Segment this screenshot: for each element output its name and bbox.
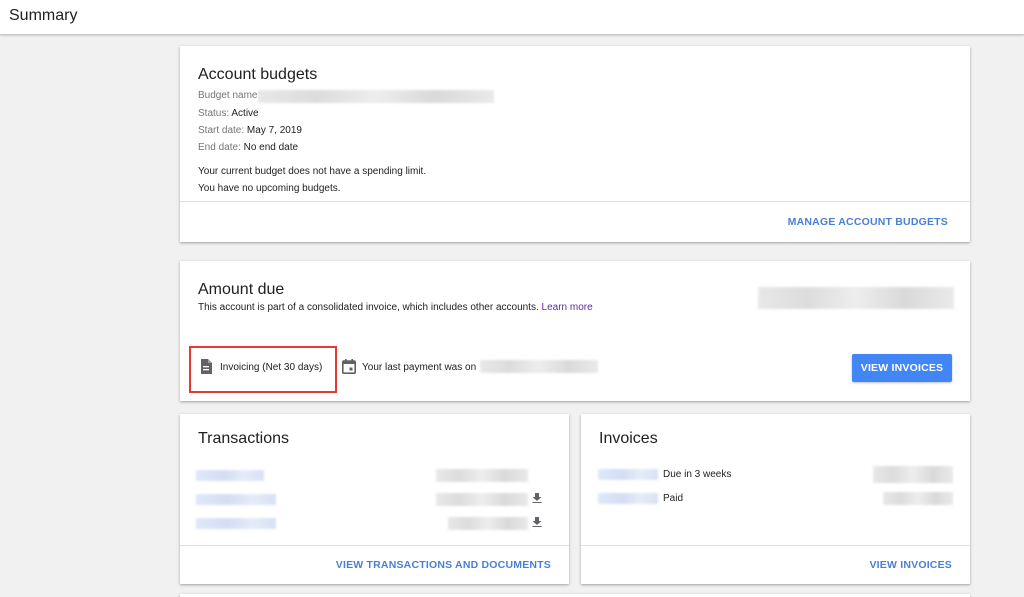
- download-icon[interactable]: [532, 517, 542, 527]
- divider: [180, 545, 569, 546]
- invoices-title: Invoices: [599, 430, 658, 447]
- invoices-card: Invoices Due in 3 weeks Paid VIEW INVOIC…: [581, 414, 970, 584]
- transaction-row-3-date-redacted: [196, 518, 276, 529]
- budget-note-upcoming: You have no upcoming budgets.: [198, 183, 341, 194]
- budget-name-label: Budget name:: [198, 90, 261, 101]
- description-text: This account is part of a consolidated i…: [198, 302, 539, 313]
- view-invoices-link[interactable]: VIEW INVOICES: [869, 559, 952, 571]
- calendar-icon: [342, 359, 356, 374]
- amount-due-value-redacted: [758, 287, 954, 309]
- start-date-value: May 7, 2019: [246, 125, 302, 136]
- budget-note-spending-limit: Your current budget does not have a spen…: [198, 166, 427, 177]
- divider: [180, 201, 970, 202]
- last-payment-label: Your last payment was on: [362, 362, 477, 373]
- transaction-row-1-amount-redacted: [436, 469, 528, 482]
- transaction-row-2-date-redacted: [196, 494, 276, 505]
- view-invoices-button[interactable]: VIEW INVOICES: [852, 354, 952, 382]
- invoice-row-2-status: Paid: [663, 493, 684, 504]
- start-date-row: Start date: May 7, 2019: [198, 125, 302, 136]
- view-transactions-and-documents-button[interactable]: VIEW TRANSACTIONS AND DOCUMENTS: [336, 559, 551, 571]
- amount-due-description: This account is part of a consolidated i…: [198, 302, 593, 313]
- page-title: Summary: [9, 7, 78, 24]
- account-budgets-title: Account budgets: [198, 66, 318, 83]
- last-payment-date-redacted: [480, 360, 598, 373]
- end-date-value: No end date: [243, 142, 299, 153]
- end-date-row: End date: No end date: [198, 142, 298, 153]
- transaction-row-2-amount-redacted: [436, 493, 528, 506]
- invoice-row-2-amount-redacted: [883, 492, 953, 505]
- highlight-box: [189, 346, 337, 393]
- invoice-row-1-amount-redacted: [873, 466, 953, 483]
- invoice-row-2-date-redacted: [598, 493, 658, 504]
- end-date-label: End date:: [198, 142, 241, 153]
- status-value: Active: [231, 108, 259, 119]
- transactions-card: Transactions VIEW TRANSACTIONS AND DOCUM…: [180, 414, 569, 584]
- top-bar: Summary: [0, 0, 1024, 35]
- status-label: Status:: [198, 108, 230, 119]
- status-row: Status: Active: [198, 108, 259, 119]
- invoice-row-1-date-redacted: [598, 469, 658, 480]
- learn-more-link[interactable]: Learn more: [542, 302, 593, 313]
- manage-account-budgets-button[interactable]: MANAGE ACCOUNT BUDGETS: [788, 216, 948, 228]
- transactions-title: Transactions: [198, 430, 289, 447]
- transaction-row-1-date-redacted: [196, 470, 264, 481]
- divider: [581, 545, 970, 546]
- account-budgets-card: Account budgets Budget name: Status: Act…: [180, 46, 970, 242]
- amount-due-title: Amount due: [198, 281, 285, 298]
- start-date-label: Start date:: [198, 125, 245, 136]
- budget-name-value-redacted: [258, 90, 494, 103]
- invoice-row-1-status: Due in 3 weeks: [663, 469, 732, 480]
- transaction-row-3-amount-redacted: [448, 517, 528, 530]
- download-icon[interactable]: [532, 493, 542, 503]
